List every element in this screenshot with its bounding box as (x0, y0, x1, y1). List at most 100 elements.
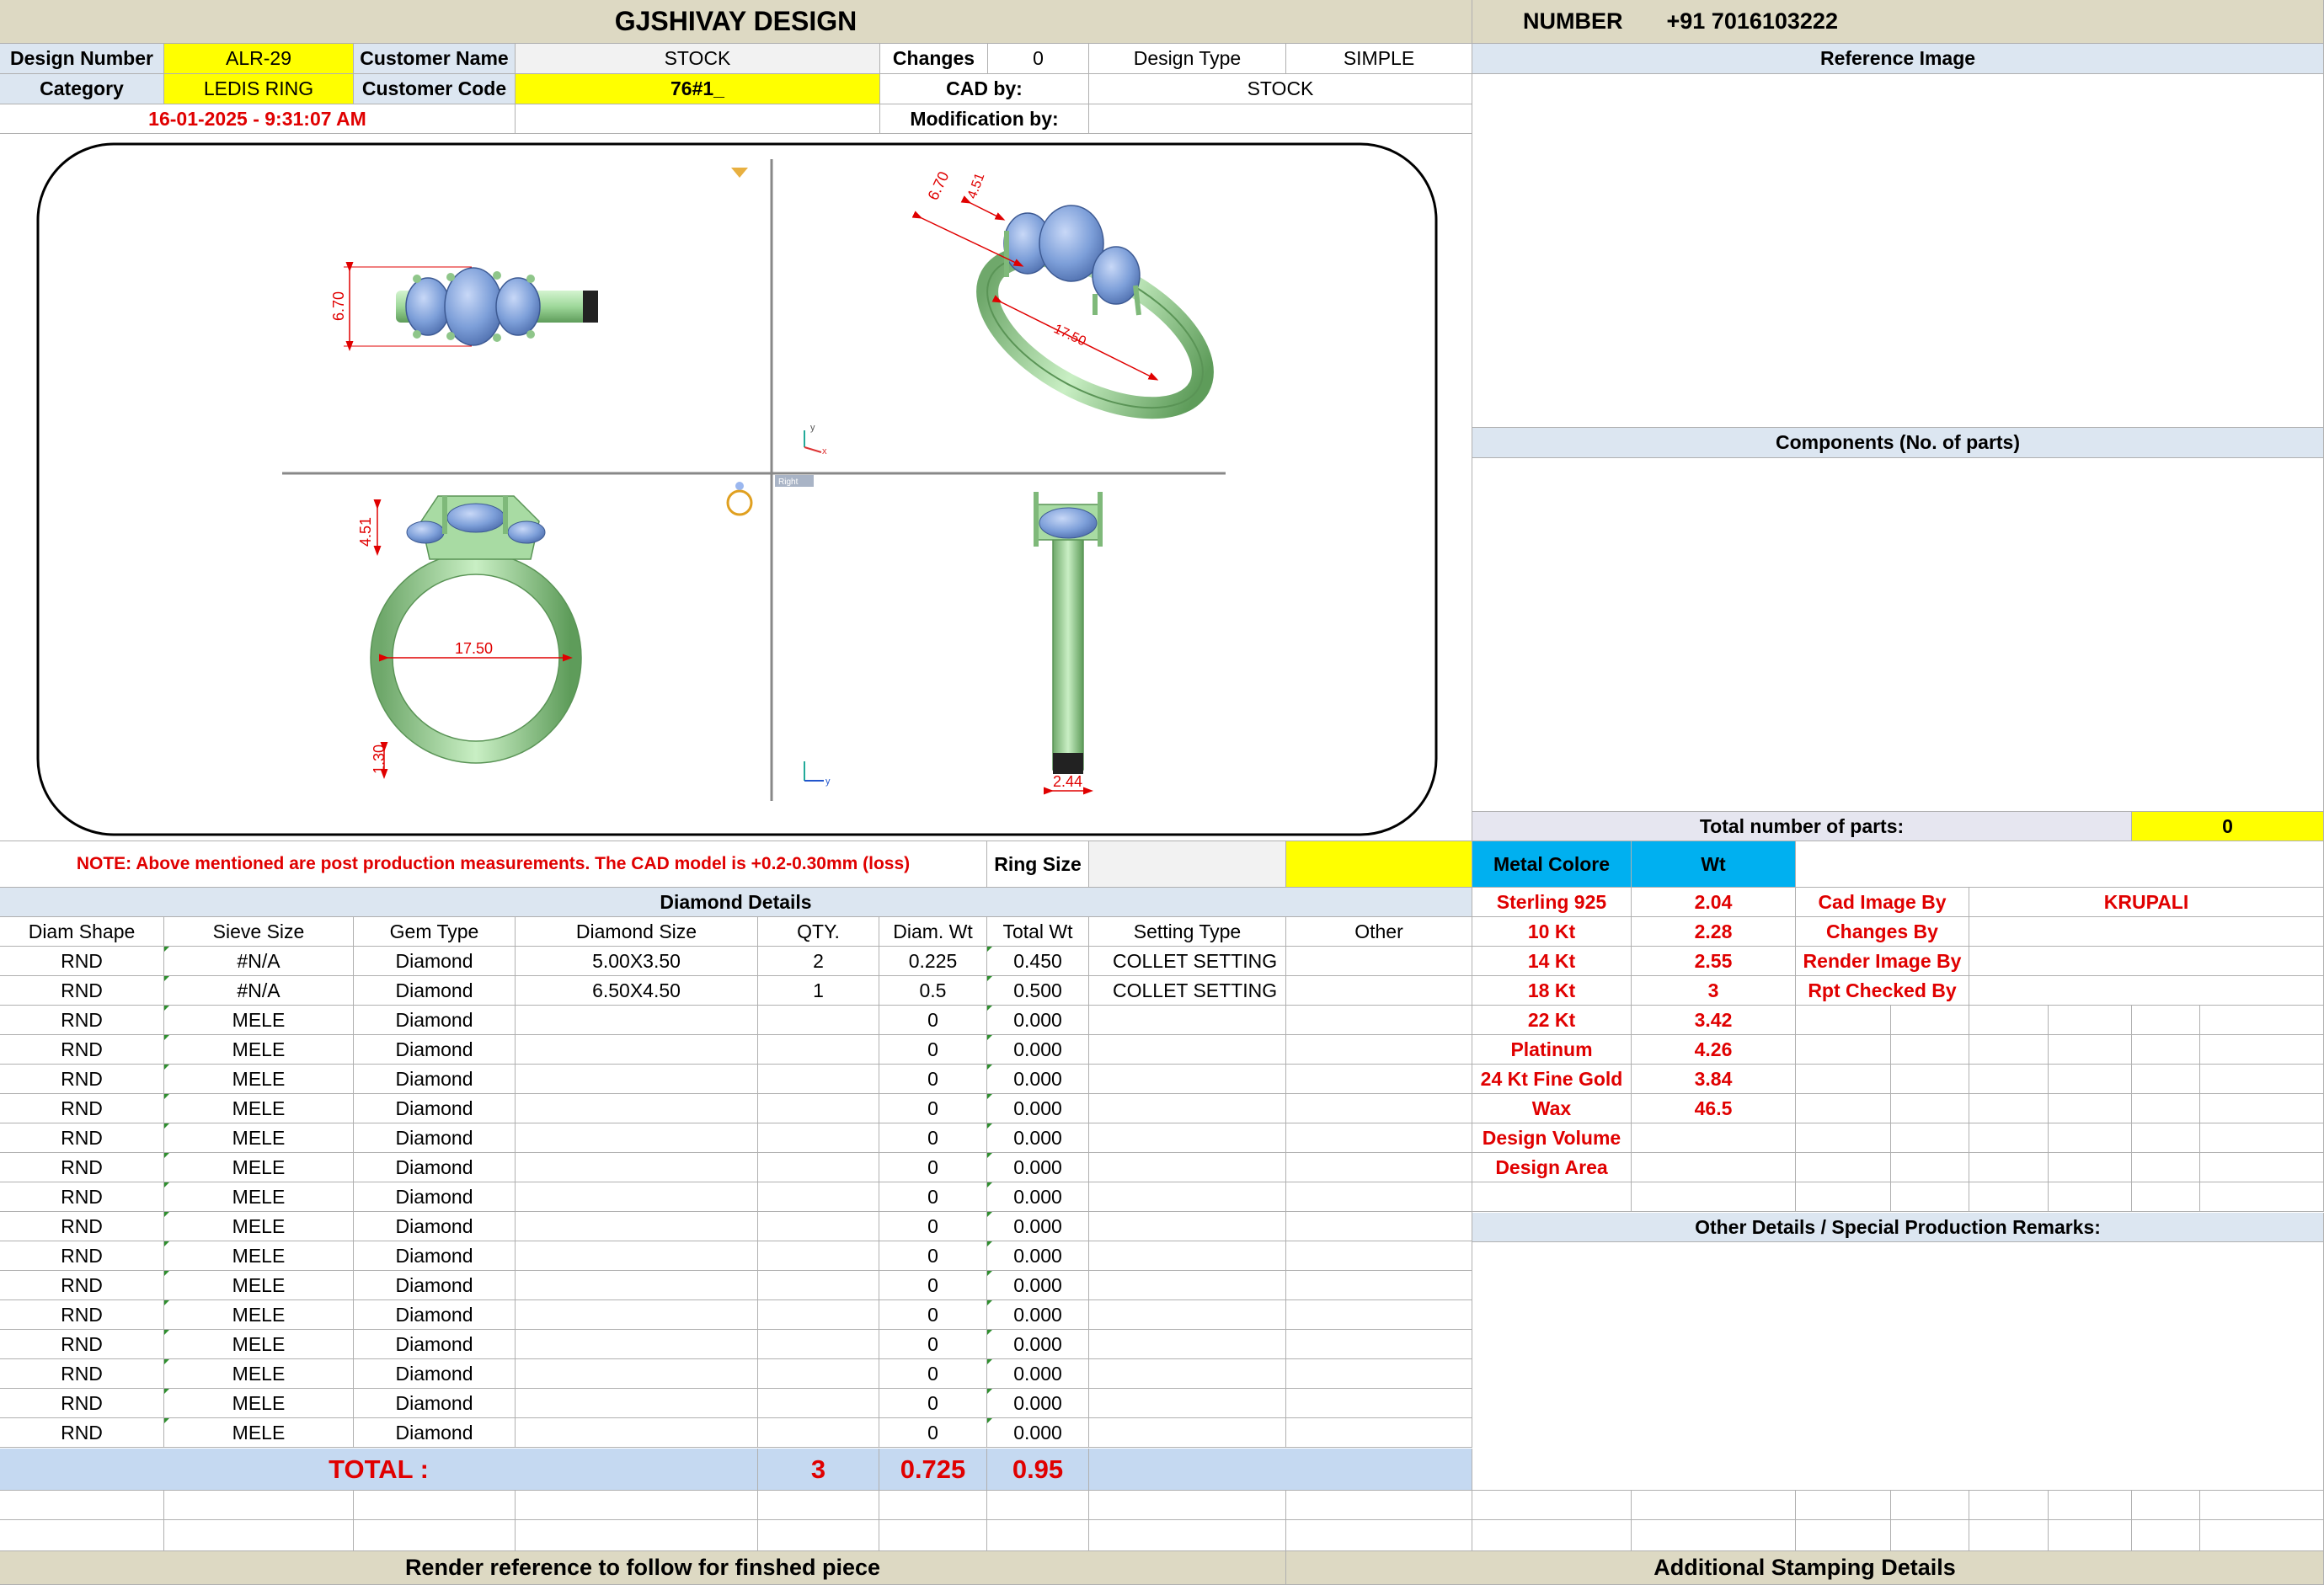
diamond-cell-diamond-size[interactable] (516, 1212, 758, 1241)
diamond-cell-diam-wt[interactable]: 0 (879, 1271, 987, 1300)
cad-by-value[interactable]: STOCK (1089, 74, 1472, 104)
metal-grid-cell[interactable] (1796, 1094, 1891, 1123)
reference-image-area[interactable] (1472, 74, 2324, 428)
diamond-cell-gem-type[interactable]: Diamond (354, 1182, 516, 1212)
diamond-cell-setting-type[interactable] (1089, 1212, 1286, 1241)
metal-weight[interactable]: 46.5 (1632, 1094, 1796, 1123)
diamond-cell-other[interactable] (1286, 1065, 1472, 1094)
other-details-area[interactable] (1472, 1242, 2324, 1491)
metal-grid-cell[interactable] (2200, 1065, 2324, 1094)
diamond-cell-gem-type[interactable]: Diamond (354, 1359, 516, 1389)
diamond-cell-gem-type[interactable]: Diamond (354, 1300, 516, 1330)
diamond-cell-diamond-size[interactable] (516, 1271, 758, 1300)
diamond-cell-other[interactable] (1286, 1389, 1472, 1418)
diamond-cell-gem-type[interactable]: Diamond (354, 1153, 516, 1182)
diamond-cell-qty[interactable] (758, 1182, 879, 1212)
diamond-cell-total-wt[interactable]: 0.000 (987, 1123, 1089, 1153)
staff-name-value[interactable] (1969, 947, 2324, 976)
diamond-cell-setting-type[interactable] (1089, 1359, 1286, 1389)
metal-weight[interactable]: 3 (1632, 976, 1796, 1006)
diamond-cell-qty[interactable]: 2 (758, 947, 879, 976)
diamond-cell-sieve-size[interactable]: MELE (164, 1418, 354, 1448)
diamond-cell-diamond-size[interactable] (516, 1065, 758, 1094)
empty-cell[interactable] (1286, 1520, 1472, 1551)
diamond-cell-total-wt[interactable]: 0.450 (987, 947, 1089, 976)
diamond-cell-diam-shape[interactable]: RND (0, 1123, 164, 1153)
diamond-cell-diam-shape[interactable]: RND (0, 1065, 164, 1094)
metal-weight[interactable]: 2.55 (1632, 947, 1796, 976)
diamond-cell-qty[interactable] (758, 1330, 879, 1359)
metal-weight[interactable]: 2.04 (1632, 888, 1796, 917)
diamond-cell-gem-type[interactable]: Diamond (354, 1065, 516, 1094)
metal-weight[interactable] (1632, 1182, 1796, 1212)
diamond-cell-total-wt[interactable]: 0.500 (987, 976, 1089, 1006)
empty-cell[interactable] (0, 1520, 164, 1551)
diamond-cell-other[interactable] (1286, 1271, 1472, 1300)
diamond-cell-diamond-size[interactable] (516, 1153, 758, 1182)
empty-cell[interactable] (1969, 1491, 2049, 1520)
diamond-cell-sieve-size[interactable]: MELE (164, 1006, 354, 1035)
diamond-cell-setting-type[interactable]: COLLET SETTING (1089, 976, 1286, 1006)
diamond-cell-setting-type[interactable] (1089, 1241, 1286, 1271)
diamond-cell-diamond-size[interactable] (516, 1006, 758, 1035)
diamond-cell-qty[interactable] (758, 1065, 879, 1094)
metal-grid-cell[interactable] (1891, 1153, 1969, 1182)
diamond-cell-diam-shape[interactable]: RND (0, 1271, 164, 1300)
empty-cell[interactable] (2200, 1520, 2324, 1551)
diamond-cell-setting-type[interactable] (1089, 1123, 1286, 1153)
metal-grid-cell[interactable] (1891, 1094, 1969, 1123)
diamond-cell-setting-type[interactable] (1089, 1271, 1286, 1300)
diamond-cell-diam-wt[interactable]: 0 (879, 1035, 987, 1065)
metal-grid-cell[interactable] (2200, 1094, 2324, 1123)
metal-grid-cell[interactable] (1969, 1065, 2049, 1094)
diamond-cell-setting-type[interactable] (1089, 1006, 1286, 1035)
metal-grid-cell[interactable] (2200, 1035, 2324, 1065)
diamond-cell-qty[interactable] (758, 1123, 879, 1153)
diamond-cell-other[interactable] (1286, 1300, 1472, 1330)
empty-cell[interactable] (2049, 1520, 2132, 1551)
diamond-cell-total-wt[interactable]: 0.000 (987, 1182, 1089, 1212)
diamond-cell-diam-shape[interactable]: RND (0, 1241, 164, 1271)
diamond-cell-total-wt[interactable]: 0.000 (987, 1065, 1089, 1094)
metal-grid-cell[interactable] (1796, 1006, 1891, 1035)
ring-size-value[interactable] (1089, 841, 1286, 888)
diamond-cell-diamond-size[interactable] (516, 1389, 758, 1418)
diamond-cell-qty[interactable] (758, 1094, 879, 1123)
diamond-cell-sieve-size[interactable]: MELE (164, 1389, 354, 1418)
diamond-cell-diam-wt[interactable]: 0 (879, 1300, 987, 1330)
diamond-cell-qty[interactable]: 1 (758, 976, 879, 1006)
diamond-cell-other[interactable] (1286, 1094, 1472, 1123)
diamond-cell-diamond-size[interactable] (516, 1123, 758, 1153)
metal-weight[interactable] (1632, 1123, 1796, 1153)
diamond-cell-sieve-size[interactable]: MELE (164, 1359, 354, 1389)
metal-grid-cell[interactable] (1891, 1006, 1969, 1035)
diamond-cell-gem-type[interactable]: Diamond (354, 1035, 516, 1065)
diamond-cell-gem-type[interactable]: Diamond (354, 1123, 516, 1153)
metal-grid-cell[interactable] (2132, 1065, 2200, 1094)
diamond-cell-diam-shape[interactable]: RND (0, 1182, 164, 1212)
diamond-cell-other[interactable] (1286, 1035, 1472, 1065)
diamond-cell-diam-wt[interactable]: 0.5 (879, 976, 987, 1006)
metal-grid-cell[interactable] (2132, 1123, 2200, 1153)
metal-grid-cell[interactable] (1969, 1123, 2049, 1153)
diamond-cell-diam-shape[interactable]: RND (0, 1006, 164, 1035)
empty-cell[interactable] (1089, 1520, 1286, 1551)
modification-value[interactable] (1089, 104, 1472, 134)
total-parts-value[interactable]: 0 (2132, 812, 2324, 841)
metal-grid-cell[interactable] (2049, 1153, 2132, 1182)
diamond-cell-diam-wt[interactable]: 0 (879, 1330, 987, 1359)
empty-cell[interactable] (516, 1491, 758, 1520)
diamond-cell-sieve-size[interactable]: #N/A (164, 976, 354, 1006)
metal-grid-cell[interactable] (2200, 1153, 2324, 1182)
diamond-cell-diamond-size[interactable]: 5.00X3.50 (516, 947, 758, 976)
diamond-cell-total-wt[interactable]: 0.000 (987, 1418, 1089, 1448)
metal-weight[interactable] (1632, 1153, 1796, 1182)
diamond-cell-other[interactable] (1286, 1241, 1472, 1271)
metal-grid-cell[interactable] (1796, 1153, 1891, 1182)
empty-cell[interactable] (0, 1491, 164, 1520)
diamond-cell-total-wt[interactable]: 0.000 (987, 1006, 1089, 1035)
diamond-cell-diam-shape[interactable]: RND (0, 1094, 164, 1123)
diamond-cell-setting-type[interactable] (1089, 1094, 1286, 1123)
diamond-cell-setting-type[interactable] (1089, 1418, 1286, 1448)
metal-grid-cell[interactable] (1891, 1065, 1969, 1094)
